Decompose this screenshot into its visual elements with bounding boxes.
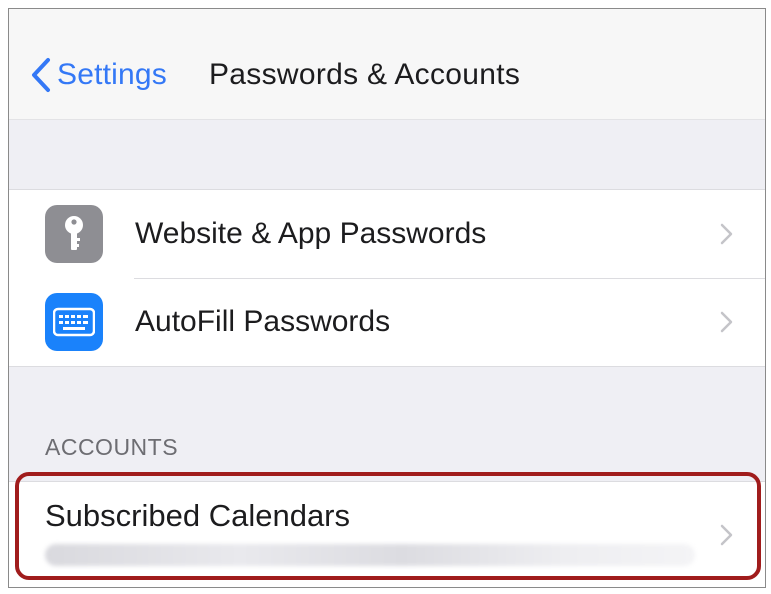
page-title: Passwords & Accounts — [209, 58, 521, 91]
row-label: Website & App Passwords — [135, 217, 487, 250]
chevron-right-icon — [719, 311, 733, 338]
settings-screen: Settings Passwords & Accounts Website & … — [8, 8, 766, 588]
subscribed-calendars-row[interactable]: Subscribed Calendars — [9, 482, 765, 587]
accounts-section-header: ACCOUNTS — [45, 434, 179, 460]
blurred-account-detail — [45, 544, 695, 566]
chevron-left-icon — [31, 57, 51, 93]
row-label: Subscribed Calendars — [45, 498, 351, 533]
chevron-right-icon — [719, 524, 733, 551]
row-label: AutoFill Passwords — [135, 305, 391, 338]
keyboard-icon — [45, 293, 103, 351]
website-app-passwords-row[interactable]: Website & App Passwords — [9, 190, 765, 278]
back-button[interactable]: Settings — [31, 53, 167, 97]
key-icon — [45, 205, 103, 263]
back-button-label: Settings — [57, 58, 167, 91]
chevron-right-icon — [719, 223, 733, 250]
autofill-passwords-row[interactable]: AutoFill Passwords — [9, 278, 765, 366]
passwords-group: Website & App Passwords AutoFill Passwor… — [9, 189, 765, 367]
accounts-group: Subscribed Calendars — [9, 481, 765, 587]
navigation-bar: Settings Passwords & Accounts — [9, 9, 765, 120]
